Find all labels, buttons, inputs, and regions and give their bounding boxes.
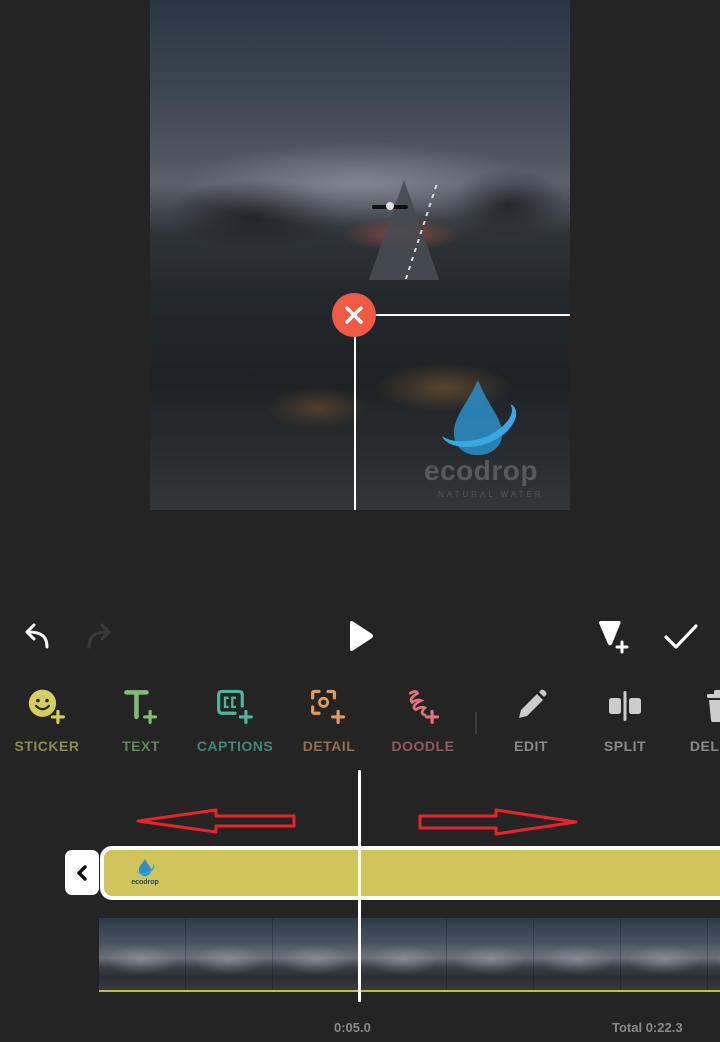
ecodrop-logo-icon [136, 859, 155, 876]
annotation-arrow-left-icon [136, 808, 296, 834]
annotation-arrow-right-icon [418, 808, 578, 836]
filmstrip-frame [447, 918, 534, 990]
trash-icon [699, 686, 720, 726]
captions-add-icon [215, 686, 255, 726]
filmstrip-frame [273, 918, 360, 990]
watermark-subtext: NATURAL WATER [438, 490, 544, 499]
pencil-icon [511, 686, 551, 726]
runway-scene [368, 180, 440, 280]
tool-edit[interactable]: EDIT [484, 686, 578, 756]
tool-captions-label: CAPTIONS [196, 738, 274, 754]
watermark-text: ecodrop [424, 455, 538, 486]
tool-text[interactable]: TEXT [94, 686, 188, 756]
tool-captions[interactable]: CAPTIONS [188, 686, 282, 756]
undo-button[interactable] [20, 618, 56, 654]
checkmark-icon [664, 624, 698, 649]
doodle-add-icon [403, 686, 443, 726]
split-icon [605, 686, 645, 726]
total-duration: Total 0:22.3 [612, 1020, 683, 1035]
sticker-thumbnail-label: ecodrop [131, 879, 159, 886]
sticker-add-icon [27, 686, 67, 726]
redo-icon [87, 623, 111, 649]
text-add-icon [121, 686, 161, 726]
sticker-thumbnail: ecodrop [130, 858, 160, 890]
video-track-underline [99, 990, 720, 992]
filmstrip-frame [621, 918, 708, 990]
tool-doodle[interactable]: DOODLE [376, 686, 470, 756]
filmstrip-frame [186, 918, 273, 990]
tool-text-label: TEXT [122, 738, 160, 754]
tool-detail-label: DETAIL [302, 738, 356, 754]
add-keyframe-icon [599, 621, 629, 654]
add-keyframe-button[interactable] [592, 616, 634, 658]
redo-button[interactable] [80, 618, 116, 654]
filmstrip-frame [360, 918, 447, 990]
close-icon [345, 306, 363, 324]
tool-split[interactable]: SPLIT [578, 686, 672, 756]
sticker-track-clip[interactable]: ecodrop [100, 846, 720, 900]
toolbar-divider [475, 712, 477, 734]
collapse-track-button[interactable] [65, 850, 99, 895]
chevron-left-icon [77, 864, 87, 881]
sticker-bounds-top[interactable] [354, 314, 570, 316]
airplane [372, 202, 408, 210]
undo-icon [25, 623, 49, 649]
tool-doodle-label: DOODLE [391, 738, 455, 754]
playhead[interactable] [358, 770, 361, 1002]
sticker-bounds-left[interactable] [354, 314, 356, 510]
tool-sticker-label: STICKER [14, 738, 80, 754]
filmstrip-frame [708, 918, 720, 990]
filmstrip-frame [534, 918, 621, 990]
ecodrop-watermark-logo[interactable] [438, 378, 520, 458]
tool-edit-label: EDIT [514, 738, 548, 754]
current-time: 0:05.0 [334, 1020, 371, 1035]
tool-split-label: SPLIT [603, 738, 647, 754]
detail-add-icon [309, 686, 349, 726]
tool-delete[interactable]: DELETE [672, 686, 720, 756]
done-button[interactable] [660, 616, 702, 658]
remove-sticker-button[interactable] [332, 293, 376, 337]
filmstrip-frame [99, 918, 186, 990]
video-filmstrip[interactable] [99, 918, 720, 990]
play-icon [350, 621, 373, 651]
play-button[interactable] [338, 614, 382, 658]
tool-delete-label: DELETE [689, 738, 720, 754]
tool-sticker[interactable]: STICKER [0, 686, 94, 756]
tool-detail[interactable]: DETAIL [282, 686, 376, 756]
